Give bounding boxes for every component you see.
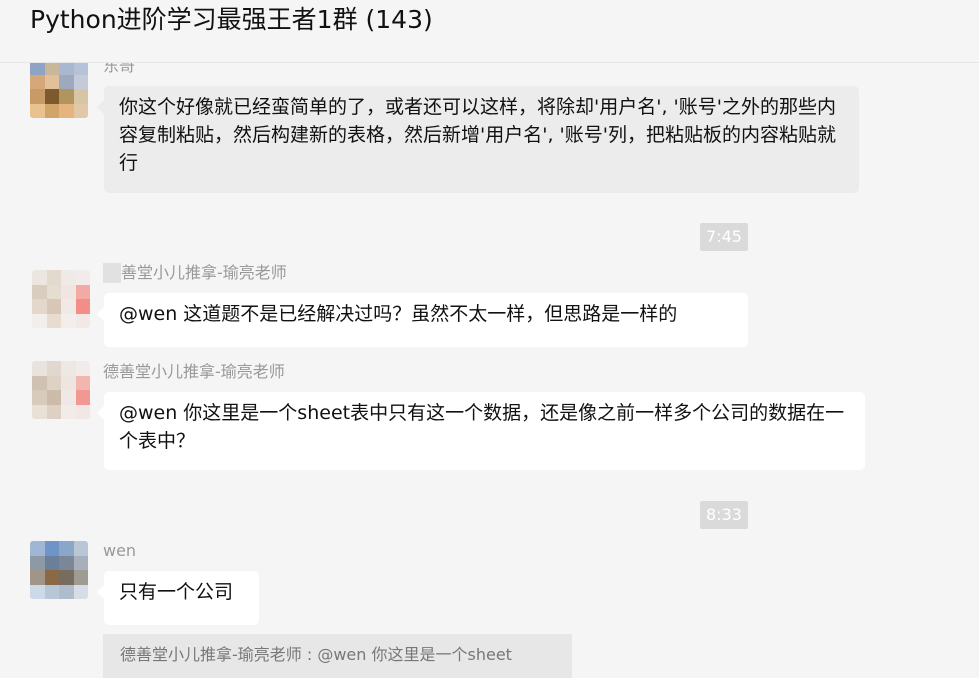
timestamp: 8:33	[700, 501, 748, 529]
chat-window: Python进阶学习最强王者1群 (143) 东哥 你这个好像就已经蛮简单的了，…	[0, 0, 979, 678]
message-bubble[interactable]: @wen 这道题不是已经解决过吗？虽然不太一样，但思路是一样的	[97, 293, 748, 347]
message-list[interactable]: 东哥 你这个好像就已经蛮简单的了，或者还可以这样，将除却'用户名', '账号'之…	[0, 63, 979, 678]
message-text: 只有一个公司	[119, 581, 234, 603]
quoted-reply-text: 德善堂小儿推拿-瑜亮老师 : @wen 你这里是一个sheet	[120, 645, 512, 664]
timestamp: 7:45	[700, 223, 748, 251]
avatar[interactable]	[32, 361, 90, 419]
chat-header: Python进阶学习最强王者1群 (143)	[0, 0, 979, 63]
avatar[interactable]	[30, 63, 88, 118]
message-bubble[interactable]: 只有一个公司	[97, 571, 259, 625]
quoted-reply[interactable]: 德善堂小儿推拿-瑜亮老师 : @wen 你这里是一个sheet	[103, 634, 572, 678]
sender-name: 善堂小儿推拿-瑜亮老师	[121, 263, 287, 282]
message-bubble[interactable]: @wen 你这里是一个sheet表中只有这一个数据，还是像之前一样多个公司的数据…	[97, 392, 865, 470]
avatar[interactable]	[32, 270, 90, 328]
sender-name: 德善堂小儿推拿-瑜亮老师	[103, 362, 285, 381]
chat-title: Python进阶学习最强王者1群 (143)	[30, 5, 433, 34]
sender-name: 东哥	[103, 63, 136, 75]
message-text: @wen 这道题不是已经解决过吗？虽然不太一样，但思路是一样的	[119, 303, 678, 325]
blurred-name-fragment	[103, 263, 121, 283]
sender-name: wen	[103, 541, 137, 560]
message-bubble[interactable]: 你这个好像就已经蛮简单的了，或者还可以这样，将除却'用户名', '账号'之外的那…	[97, 86, 859, 193]
avatar[interactable]	[30, 541, 88, 599]
message-text: @wen 你这里是一个sheet表中只有这一个数据，还是像之前一样多个公司的数据…	[119, 402, 845, 452]
message-text: 你这个好像就已经蛮简单的了，或者还可以这样，将除却'用户名', '账号'之外的那…	[119, 96, 836, 174]
